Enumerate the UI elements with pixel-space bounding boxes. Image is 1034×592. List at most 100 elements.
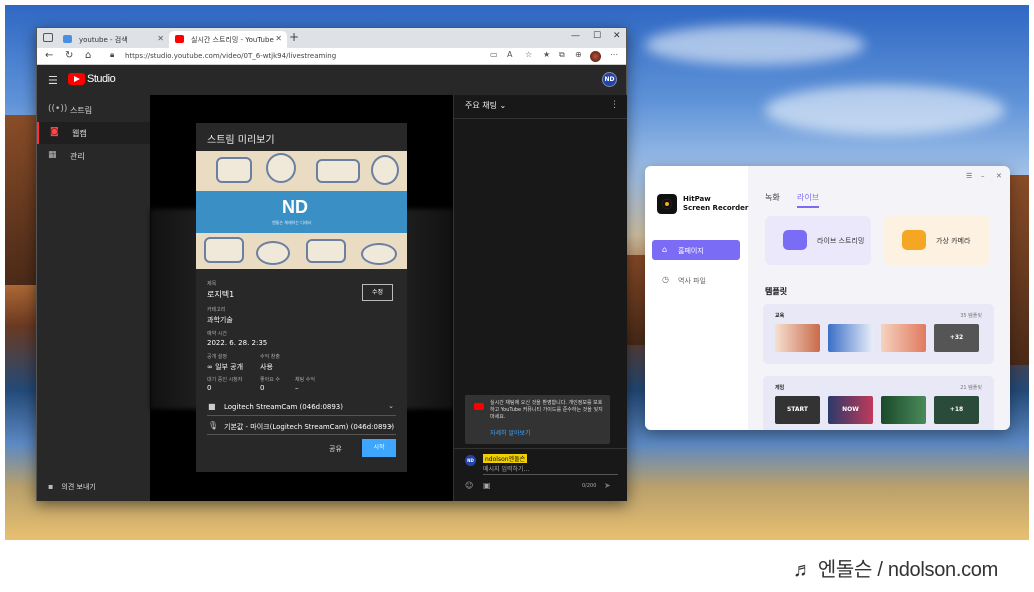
tv-icon [783,230,807,250]
tab-record[interactable]: 녹화 [765,192,780,203]
favorite-icon[interactable]: ☆ [525,50,532,59]
sidebar-item-stream[interactable]: ((•)) 스트림 [37,99,150,121]
home-icon: ⌂ [662,245,668,254]
extensions-icon[interactable]: ⊕ [575,50,582,59]
tab-live[interactable]: 라이브 [797,192,820,208]
sidebar-item-webcam[interactable]: ◙ 웹캠 [37,122,150,144]
super-chat-icon[interactable]: ▣ [483,481,491,490]
link-icon: ∞ [207,363,216,371]
section-count[interactable]: 21 템플릿 [960,384,982,391]
live-streaming-card[interactable]: 라이브 스트리밍 [765,216,871,265]
youtube-icon [474,403,484,410]
category-label: 카테고리 [207,307,226,313]
thumbnail-subtitle: 엔돌슨 체재하는 디래서 [272,220,312,225]
template-thumb[interactable] [775,324,820,352]
start-button[interactable]: 시작 [362,439,396,457]
stream-preview-dialog: 스트림 미리보기 ND 엔돌슨 체재하는 디래서 제목 로지텍1 수정 카테고리… [196,123,407,472]
char-counter: 0/200 [582,483,597,489]
tab-live-streaming[interactable]: 실시간 스트리밍 - YouTube ✕ [169,31,287,48]
chat-header[interactable]: 주요 채팅 ⌄ [454,95,627,119]
privacy-value: ∞ 일부 공개 [207,362,243,372]
feedback-button[interactable]: ▪ 의견 보내기 [48,482,96,492]
camera-select[interactable]: ■ Logitech StreamCam (046d:0893) ⌄ [207,398,396,416]
minimize-icon[interactable]: — [571,31,580,41]
notice-text: 실시간 채팅에 오신 것을 환영합니다. 개인정보를 보호하고 YouTube … [490,400,603,420]
sidebar-item-label: 웹캠 [72,129,87,138]
waiting-label: 대기 중인 시청자 [207,377,243,383]
more-icon[interactable]: ⋯ [610,50,618,59]
section-name: 게임 [775,385,785,391]
monetize-value: 사용 [260,363,273,371]
virtual-camera-card[interactable]: 가상 카메라 [884,216,990,265]
microphone-select[interactable]: 🎙︎ 기본값 - 마이크(Logitech StreamCam) (046d:0… [207,417,396,435]
youtube-icon [175,35,184,43]
maximize-icon[interactable]: ☐ [593,31,601,41]
reload-icon[interactable]: ↻ [65,50,73,61]
nav-label: 홈페이지 [678,247,704,255]
title-value: 로지텍1 [207,290,235,299]
share-button[interactable]: 공유 [329,444,342,454]
send-icon[interactable]: ➤ [604,481,611,490]
profile-avatar[interactable] [590,51,601,62]
youtube-logo-icon[interactable] [68,73,85,85]
favorites-list-icon[interactable]: ★ [543,50,550,59]
minimize-icon[interactable]: – [981,172,985,180]
section-count[interactable]: 35 템플릿 [960,312,982,319]
collections-icon[interactable]: ⧉ [559,50,565,60]
feedback-icon: ▪ [48,482,54,491]
url-input[interactable]: https://studio.youtube.com/video/0T_6-wt… [125,52,336,60]
thumbnail-doodle [361,243,397,265]
wallpaper-cloud [645,25,865,65]
close-window-icon[interactable]: ✕ [613,31,621,41]
hitpaw-window: HitPaw Screen Recorder ⌂ 홈페이지 ◷ 역사 파일 ☰ … [645,166,1010,430]
likes-label: 좋아요 수 [260,377,280,383]
clock-icon: ◷ [662,275,669,284]
learn-more-link[interactable]: 자세히 알아보기 [490,428,531,437]
chat-message-input[interactable]: 메시지 입력하기... [483,464,529,473]
tab-label: 실시간 스트리밍 - YouTube [191,36,274,44]
menu-icon[interactable]: ☰ [966,172,972,180]
camera-icon: ◙ [50,127,59,137]
back-icon[interactable]: ← [45,50,53,61]
template-thumb[interactable]: START [775,396,820,424]
privacy-label: 공개 설정 [207,354,227,360]
chat-compose: ND ndolson엔돌슨 메시지 입력하기... ☺ ▣ 0/200 ➤ [454,448,627,501]
tab-youtube-search[interactable]: youtube - 검색 ✕ [57,31,169,48]
broadcast-icon: ((•)) [48,104,68,114]
close-icon[interactable]: ✕ [275,34,282,43]
close-icon[interactable]: ✕ [157,34,164,43]
chat-username: ndolson엔돌슨 [483,454,528,463]
read-aloud-icon[interactable]: A [507,50,512,59]
account-avatar[interactable]: ND [602,72,617,87]
new-tab-button[interactable]: + [289,30,299,44]
nav-home[interactable]: ⌂ 홈페이지 [652,240,740,260]
template-thumb[interactable] [881,396,926,424]
camera-value: Logitech StreamCam (046d:0893) [224,403,343,411]
template-thumb[interactable] [881,324,926,352]
sidebar-item-label: 스트림 [70,106,93,115]
template-thumb[interactable]: NOW [828,396,873,424]
emoji-icon[interactable]: ☺ [465,481,473,490]
home-icon[interactable]: ⌂ [85,50,91,61]
close-icon[interactable]: ✕ [996,172,1002,180]
template-thumb-more[interactable]: +32 [934,324,979,352]
camera-permission-icon[interactable]: ▭ [490,50,498,59]
thumbnail-doodle [204,237,244,263]
template-thumb-more[interactable]: +18 [934,396,979,424]
edit-button[interactable]: 수정 [362,284,393,301]
template-thumb[interactable] [828,324,873,352]
tab-actions-icon[interactable] [43,33,53,42]
more-vert-icon[interactable]: ⋮ [610,100,619,110]
webcam-stage: 스트림 미리보기 ND 엔돌슨 체재하는 디래서 제목 로지텍1 수정 카테고리… [150,95,453,501]
sidebar-item-manage[interactable]: ▦ 관리 [37,145,150,167]
input-underline [483,474,618,475]
menu-icon[interactable]: ☰ [48,74,58,87]
hitpaw-main: ☰ – ✕ 녹화 라이브 라이브 스트리밍 가상 카메라 템플릿 교육 35 템… [748,166,1010,430]
hitpaw-sidebar: HitPaw Screen Recorder ⌂ 홈페이지 ◷ 역사 파일 [645,166,748,430]
studio-header: ☰ Studio ND [37,65,626,95]
nav-history[interactable]: ◷ 역사 파일 [652,270,740,290]
microphone-icon: 🎙︎ [208,421,219,430]
schedule-label: 예약 시간 [207,331,227,337]
tab-label: youtube - 검색 [79,36,128,44]
waiting-value: 0 [207,384,212,392]
